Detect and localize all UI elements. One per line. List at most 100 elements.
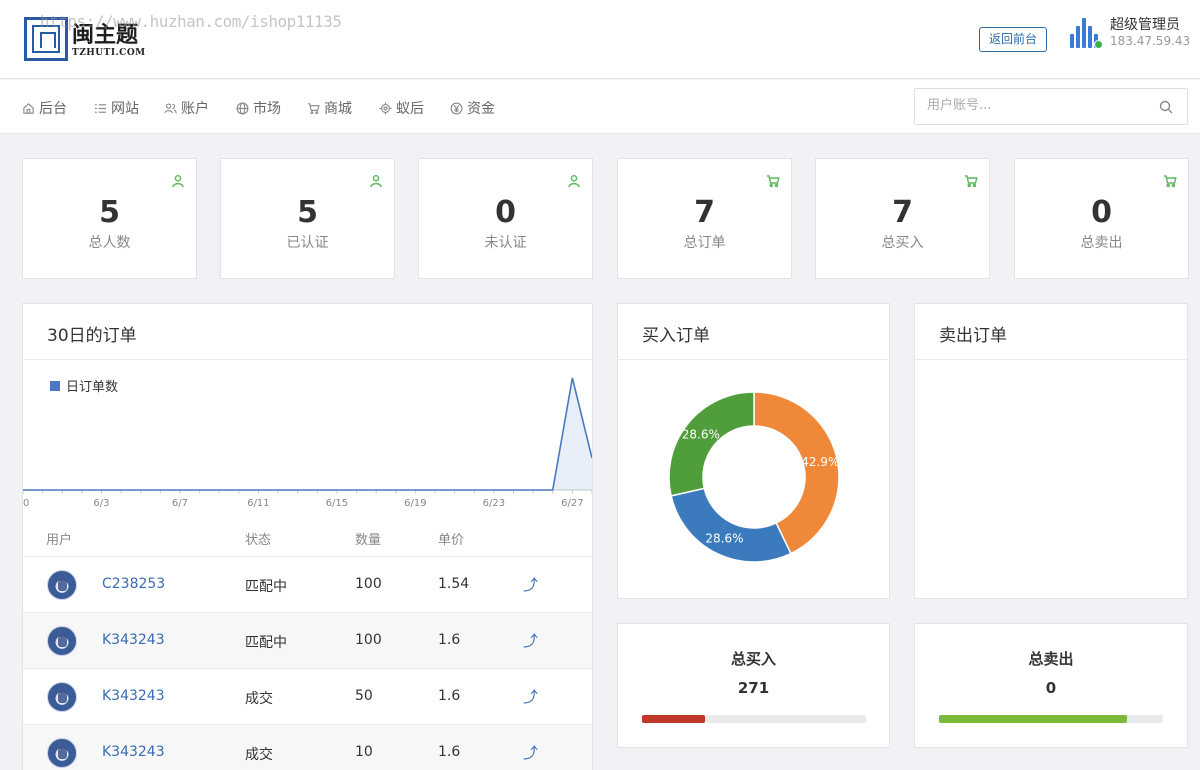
nav-item-funds[interactable]: 资金: [450, 98, 495, 118]
column-header-qty: 数量: [355, 533, 382, 548]
row-price: 1.54: [438, 576, 470, 592]
stat-card-unverified[interactable]: 0 未认证: [418, 158, 593, 279]
nav-label: 蚁后: [396, 101, 424, 117]
trend-arrow-icon[interactable]: ⤴: [523, 686, 538, 707]
stat-card-total-buy[interactable]: 7 总买入: [815, 158, 990, 279]
stat-card-verified[interactable]: 5 已认证: [220, 158, 395, 279]
nav-label: 后台: [39, 101, 67, 117]
x-tick-label: 6/19: [404, 498, 426, 509]
user-icon: [568, 175, 580, 188]
total-buy-summary: 总买入 271: [617, 623, 890, 748]
stat-label: 总买入: [881, 235, 924, 251]
user-icon: [370, 175, 382, 188]
cart-icon: [1164, 175, 1177, 188]
nav-item-mall[interactable]: 商城: [307, 98, 352, 118]
stat-card-total-sell[interactable]: 0 总卖出: [1014, 158, 1189, 279]
stat-label: 总卖出: [1080, 235, 1123, 251]
x-tick-label: 6/23: [483, 498, 505, 509]
buy-orders-donut-chart[interactable]: 42.9% 28.6% 28.6%: [618, 360, 889, 598]
stat-card-total-orders[interactable]: 7 总订单: [617, 158, 792, 279]
table-row[interactable]: K343243 匹配中 100 1.6 ⤴: [23, 612, 592, 668]
donut-slice[interactable]: [670, 487, 792, 563]
cart-icon: [307, 102, 320, 114]
globe-icon: [236, 102, 249, 114]
table-row[interactable]: K343243 成交 10 1.6 ⤴: [23, 724, 592, 770]
donut-slice-label: 42.9%: [801, 455, 839, 469]
cart-icon: [965, 175, 978, 188]
row-price: 1.6: [438, 744, 461, 760]
stat-card-total-users[interactable]: 5 总人数: [22, 158, 197, 279]
summary-value: 271: [737, 679, 770, 697]
logo-domain: TZHUTI.COM: [72, 48, 146, 58]
stat-label: 未认证: [484, 235, 527, 251]
stat-value: 5: [297, 195, 318, 230]
main-nav: 后台 网站 账户 市场 商城 蚁后 资金: [0, 80, 1200, 134]
x-tick-label: 6/15: [326, 498, 348, 509]
row-user-link[interactable]: K343243: [102, 688, 165, 704]
row-qty: 50: [355, 688, 373, 704]
legend-swatch: [50, 381, 60, 391]
trend-arrow-icon[interactable]: ⤴: [523, 630, 538, 651]
nav-item-queen[interactable]: 蚁后: [379, 98, 424, 118]
row-user-link[interactable]: K343243: [102, 744, 165, 760]
legend-label[interactable]: 日订单数: [66, 380, 118, 395]
summary-value: 0: [1045, 679, 1057, 697]
nav-label: 市场: [253, 101, 281, 117]
row-price: 1.6: [438, 688, 461, 704]
stat-label: 总订单: [683, 235, 726, 251]
row-qty: 100: [355, 632, 382, 648]
table-row[interactable]: K343243 成交 50 1.6 ⤴: [23, 668, 592, 724]
row-user-link[interactable]: K343243: [102, 632, 165, 648]
progress-track: [642, 715, 866, 723]
panel-divider: [915, 359, 1187, 360]
progress-fill: [642, 715, 705, 723]
nav-label: 资金: [467, 101, 495, 117]
yen-icon: [450, 102, 463, 114]
stat-value: 0: [495, 195, 516, 230]
x-tick-label: 6/3: [93, 498, 109, 509]
avatar: [47, 626, 77, 656]
row-price: 1.6: [438, 632, 461, 648]
user-search-input[interactable]: [927, 98, 1147, 113]
panel-title: 买入订单: [642, 326, 710, 346]
admin-ip: 183.47.59.43: [1110, 34, 1191, 48]
nav-label: 账户: [181, 101, 209, 117]
panel-title: 卖出订单: [939, 326, 1007, 346]
panel-title: 30日的订单: [47, 326, 137, 346]
admin-name[interactable]: 超级管理员: [1110, 14, 1180, 34]
row-user-link[interactable]: C238253: [102, 576, 165, 592]
donut-slice[interactable]: [668, 391, 755, 497]
back-to-frontend-button[interactable]: 返回前台: [979, 27, 1047, 52]
summary-title: 总买入: [730, 650, 776, 668]
list-icon: [94, 103, 107, 113]
x-tick-label: 6/11: [247, 498, 269, 509]
column-header-user: 用户: [46, 533, 73, 548]
daily-orders-chart[interactable]: 日订单数 30 6/3 6/7 6/11 6/15 6/19 6/23 6/27: [23, 360, 592, 514]
user-icon: [172, 175, 184, 188]
row-status: 成交: [245, 747, 273, 763]
avatar: [47, 570, 77, 600]
progress-fill: [939, 715, 1128, 723]
nav-item-accounts[interactable]: 账户: [164, 98, 209, 118]
trend-arrow-icon[interactable]: ⤴: [523, 742, 538, 763]
search-icon[interactable]: [1159, 100, 1173, 114]
nav-item-dashboard[interactable]: 后台: [22, 98, 67, 118]
donut-slice-label: 28.6%: [705, 531, 743, 545]
trend-arrow-icon[interactable]: ⤴: [523, 574, 538, 595]
table-row[interactable]: C238253 匹配中 100 1.54 ⤴: [23, 556, 592, 612]
nav-label: 商城: [324, 101, 352, 117]
nav-item-market[interactable]: 市场: [236, 98, 281, 118]
buy-orders-panel: 买入订单 42.9% 28.6% 28.6%: [617, 303, 890, 599]
nav-label: 网站: [111, 101, 139, 117]
column-header-price: 单价: [438, 533, 465, 548]
row-status: 成交: [245, 691, 273, 707]
home-icon: [23, 102, 34, 114]
avatar: [47, 682, 77, 712]
nav-item-website[interactable]: 网站: [94, 98, 139, 118]
donut-slice-label: 28.6%: [682, 428, 720, 442]
row-qty: 100: [355, 576, 382, 592]
stat-value: 5: [99, 195, 120, 230]
chip-icon: [379, 101, 392, 115]
summary-title: 总卖出: [1028, 650, 1074, 668]
top-header: 闽主题 TZHUTI.COM https://www.huzhan.com/is…: [0, 0, 1200, 79]
